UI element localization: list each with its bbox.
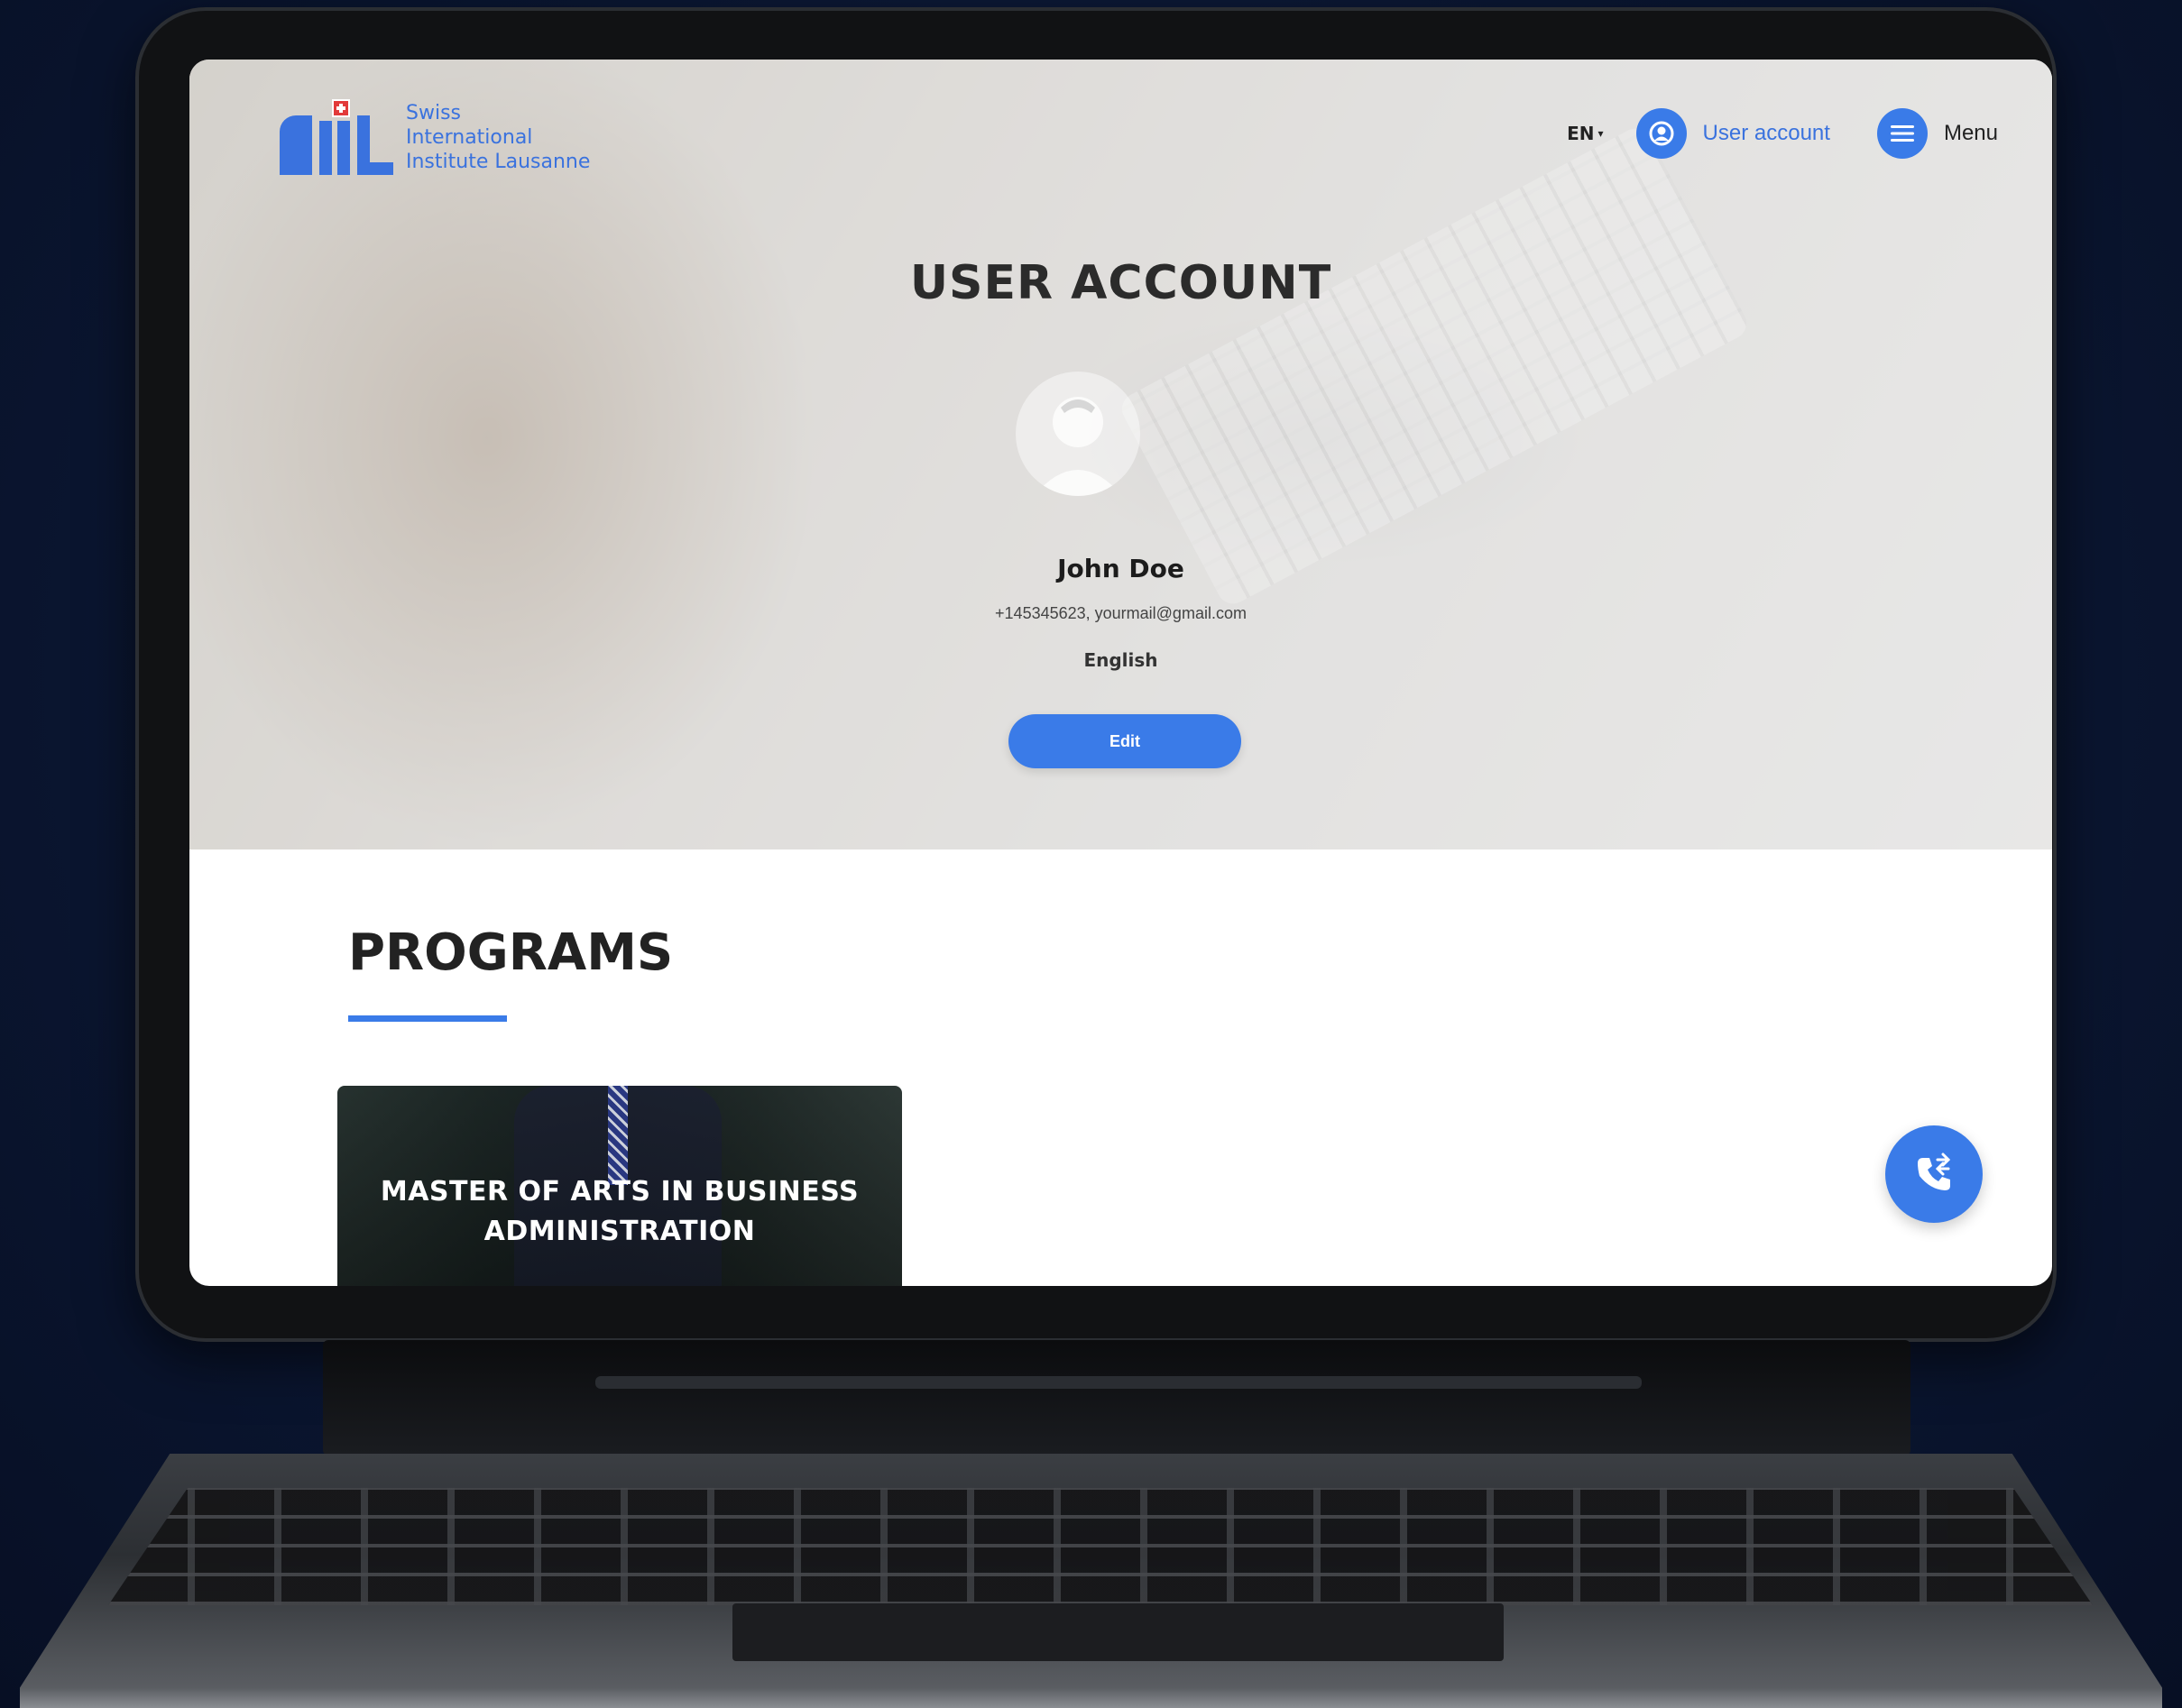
keyboard-hinge: [323, 1340, 1910, 1455]
program-card-title: MASTER OF ARTS IN BUSINESS ADMINISTRATIO…: [380, 1176, 860, 1247]
menu-button[interactable]: Menu: [1876, 108, 1998, 159]
logo-wordmark: Swiss International Institute Lausanne: [406, 101, 590, 174]
programs-underline: [348, 1015, 507, 1022]
menu-label: Menu: [1943, 121, 1998, 145]
profile-name: John Doe: [1057, 554, 1184, 583]
language-selector[interactable]: EN ▾: [1567, 123, 1603, 144]
language-code: EN: [1567, 123, 1595, 144]
site-logo[interactable]: Swiss International Institute Lausanne: [280, 99, 590, 175]
hamburger-icon: [1876, 108, 1928, 159]
program-card[interactable]: MASTER OF ARTS IN BUSINESS ADMINISTRATIO…: [337, 1086, 902, 1286]
top-nav: EN ▾ User account Menu: [1567, 106, 1998, 161]
phone-call-icon: [1918, 1152, 1951, 1190]
browser-screen: Swiss International Institute Lausanne E…: [189, 60, 2052, 1286]
user-account-label: User account: [1702, 121, 1830, 145]
avatar: [1016, 372, 1140, 496]
logo-line-1: Swiss: [406, 101, 461, 124]
logo-line-2: International: [406, 125, 533, 149]
user-circle-icon: [1635, 108, 1687, 159]
trackpad: [732, 1603, 1504, 1661]
profile-contact: +145345623, yourmail@gmail.com: [995, 604, 1247, 622]
page-title: USER ACCOUNT: [909, 256, 1332, 310]
keyboard-hinge-line: [595, 1376, 1642, 1389]
caret-down-icon: ▾: [1597, 127, 1604, 140]
edit-profile-button[interactable]: Edit: [1008, 714, 1241, 768]
profile-language: English: [1083, 649, 1158, 671]
hero-section: Swiss International Institute Lausanne E…: [189, 60, 2052, 849]
logo-line-3: Institute Lausanne: [406, 150, 591, 173]
call-button[interactable]: [1885, 1125, 1983, 1223]
logo-mark: [280, 99, 395, 175]
programs-heading: PROGRAMS: [348, 923, 674, 982]
user-account-link[interactable]: User account: [1635, 108, 1877, 159]
program-card-image-detail: [608, 1086, 628, 1185]
keyboard-key-rows: [108, 1488, 2093, 1605]
